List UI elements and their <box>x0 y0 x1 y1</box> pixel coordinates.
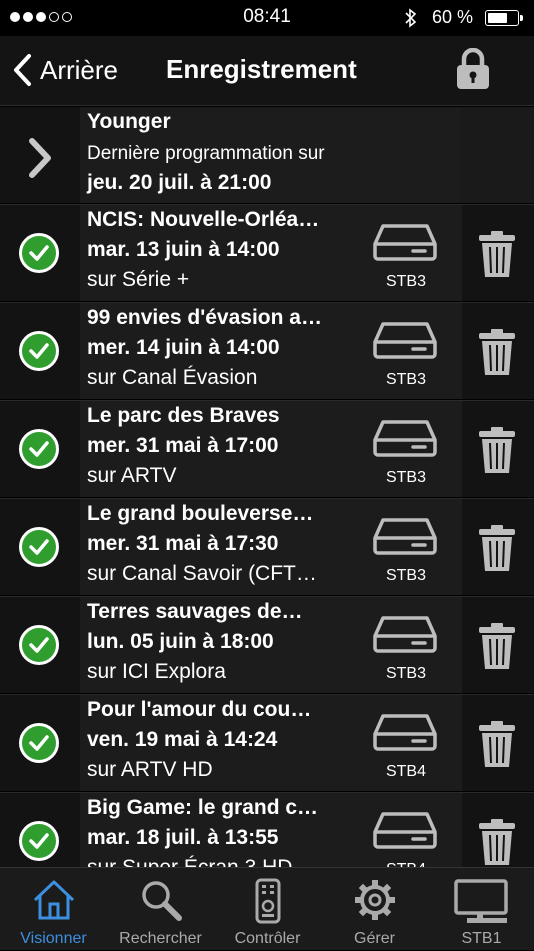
lock-icon[interactable] <box>456 47 490 95</box>
delete-button[interactable] <box>462 205 534 301</box>
list-item[interactable]: Big Game: le grand c… mar. 18 juil. à 13:… <box>0 793 534 867</box>
navigation-bar: Arrière Enregistrement <box>0 36 534 106</box>
stb-device[interactable]: STB3 <box>362 205 462 301</box>
recording-title: Terres sauvages de… <box>87 600 303 623</box>
list-item[interactable]: NCIS: Nouvelle-Orléa… mar. 13 juin à 14:0… <box>0 205 534 303</box>
tab-controler[interactable]: Contrôler <box>214 868 321 951</box>
checkmark-icon[interactable] <box>19 233 59 273</box>
list-item[interactable]: Younger Dernière programmation sur jeu. … <box>0 107 534 205</box>
stb-label: STB3 <box>385 371 426 388</box>
series-subtitle: Dernière programmation sur <box>87 143 325 164</box>
chevron-right-icon <box>29 138 51 178</box>
series-date: jeu. 20 juil. à 21:00 <box>87 171 272 194</box>
stb-device[interactable]: STB3 <box>362 303 462 399</box>
delete-button[interactable] <box>462 695 534 791</box>
stb-device[interactable]: STB3 <box>362 597 462 693</box>
recording-channel: sur ARTV HD <box>87 758 213 781</box>
stb-label: STB3 <box>385 273 426 290</box>
recording-date: mar. 18 juil. à 13:55 <box>87 826 279 849</box>
bluetooth-icon <box>404 7 418 34</box>
delete-button[interactable] <box>462 793 534 867</box>
tab-gerer[interactable]: Gérer <box>321 868 428 951</box>
series-title: Younger <box>87 110 171 133</box>
recording-title: Le parc des Braves <box>87 404 280 427</box>
stb-device[interactable]: STB4 <box>362 793 462 867</box>
stb-device[interactable]: STB3 <box>362 401 462 497</box>
tab-visionner[interactable]: Visionner <box>0 868 107 951</box>
remote-icon <box>255 878 280 924</box>
recording-date: mer. 31 mai à 17:00 <box>87 434 279 457</box>
checkmark-icon[interactable] <box>19 723 59 763</box>
gear-icon <box>354 880 395 920</box>
status-bar: 08:41 60 % <box>0 0 534 36</box>
recording-date: ven. 19 mai à 14:24 <box>87 728 278 751</box>
delete-button[interactable] <box>462 597 534 693</box>
recording-channel: sur ARTV <box>87 464 177 487</box>
list-item[interactable]: Terres sauvages de… lun. 05 juin à 18:00 s… <box>0 597 534 695</box>
list-item[interactable]: Le parc des Braves mer. 31 mai à 17:00 sur… <box>0 401 534 499</box>
recording-channel: sur Canal Évasion <box>87 366 258 389</box>
checkmark-icon[interactable] <box>19 331 59 371</box>
delete-button[interactable] <box>462 499 534 595</box>
list-item[interactable]: Le grand bouleverse… mer. 31 mai à 17:30 s… <box>0 499 534 597</box>
battery-percent: 60 % <box>432 7 474 27</box>
recording-channel: sur ICI Explora <box>87 660 226 683</box>
search-icon <box>141 881 182 921</box>
back-label: Arrière <box>40 54 119 85</box>
delete-button[interactable] <box>462 401 534 497</box>
page-title: Enregistrement <box>166 54 357 84</box>
stb-label: STB3 <box>385 567 426 584</box>
tab-rechercher[interactable]: Rechercher <box>107 868 214 951</box>
delete-button[interactable] <box>462 303 534 399</box>
recording-date: mer. 31 mai à 17:30 <box>87 532 279 555</box>
recording-date: mar. 13 juin à 14:00 <box>87 238 280 261</box>
recording-date: lun. 05 juin à 18:00 <box>87 630 274 653</box>
recording-channel: sur Canal Savoir (CFT… <box>87 562 317 585</box>
recording-list: Younger Dernière programmation sur jeu. … <box>0 107 534 867</box>
checkmark-icon[interactable] <box>19 527 59 567</box>
checkmark-icon[interactable] <box>19 625 59 665</box>
battery-icon <box>485 10 523 26</box>
tab-bar: Visionner Rechercher Contrôler Gérer STB… <box>0 867 534 950</box>
chevron-left-icon <box>14 54 31 86</box>
tab-stb1[interactable]: STB1 <box>428 868 534 951</box>
home-icon <box>33 880 74 920</box>
tv-icon <box>453 879 508 923</box>
back-button[interactable]: Arrière <box>12 50 118 90</box>
stb-device[interactable]: STB4 <box>362 695 462 791</box>
recording-title: Big Game: le grand c… <box>87 796 319 819</box>
recording-title: Pour l'amour du cou… <box>87 698 312 721</box>
recording-date: mer. 14 juin à 14:00 <box>87 336 280 359</box>
recording-title: NCIS: Nouvelle-Orléa… <box>87 208 320 231</box>
stb-device[interactable]: STB3 <box>362 499 462 595</box>
recording-channel: sur Série + <box>87 268 190 291</box>
recording-title: Le grand bouleverse… <box>87 502 314 525</box>
list-item[interactable]: 99 envies d'évasion a… mer. 14 juin à 14:… <box>0 303 534 401</box>
list-item[interactable]: Pour l'amour du cou… ven. 19 mai à 14:24 s… <box>0 695 534 793</box>
checkmark-icon[interactable] <box>19 821 59 861</box>
checkmark-icon[interactable] <box>19 429 59 469</box>
stb-label: STB3 <box>385 469 426 486</box>
stb-label: STB4 <box>385 763 426 780</box>
recording-title: 99 envies d'évasion a… <box>87 306 322 329</box>
recording-channel: sur Super Écran 3 HD <box>87 856 292 867</box>
stb-label: STB3 <box>385 665 426 682</box>
